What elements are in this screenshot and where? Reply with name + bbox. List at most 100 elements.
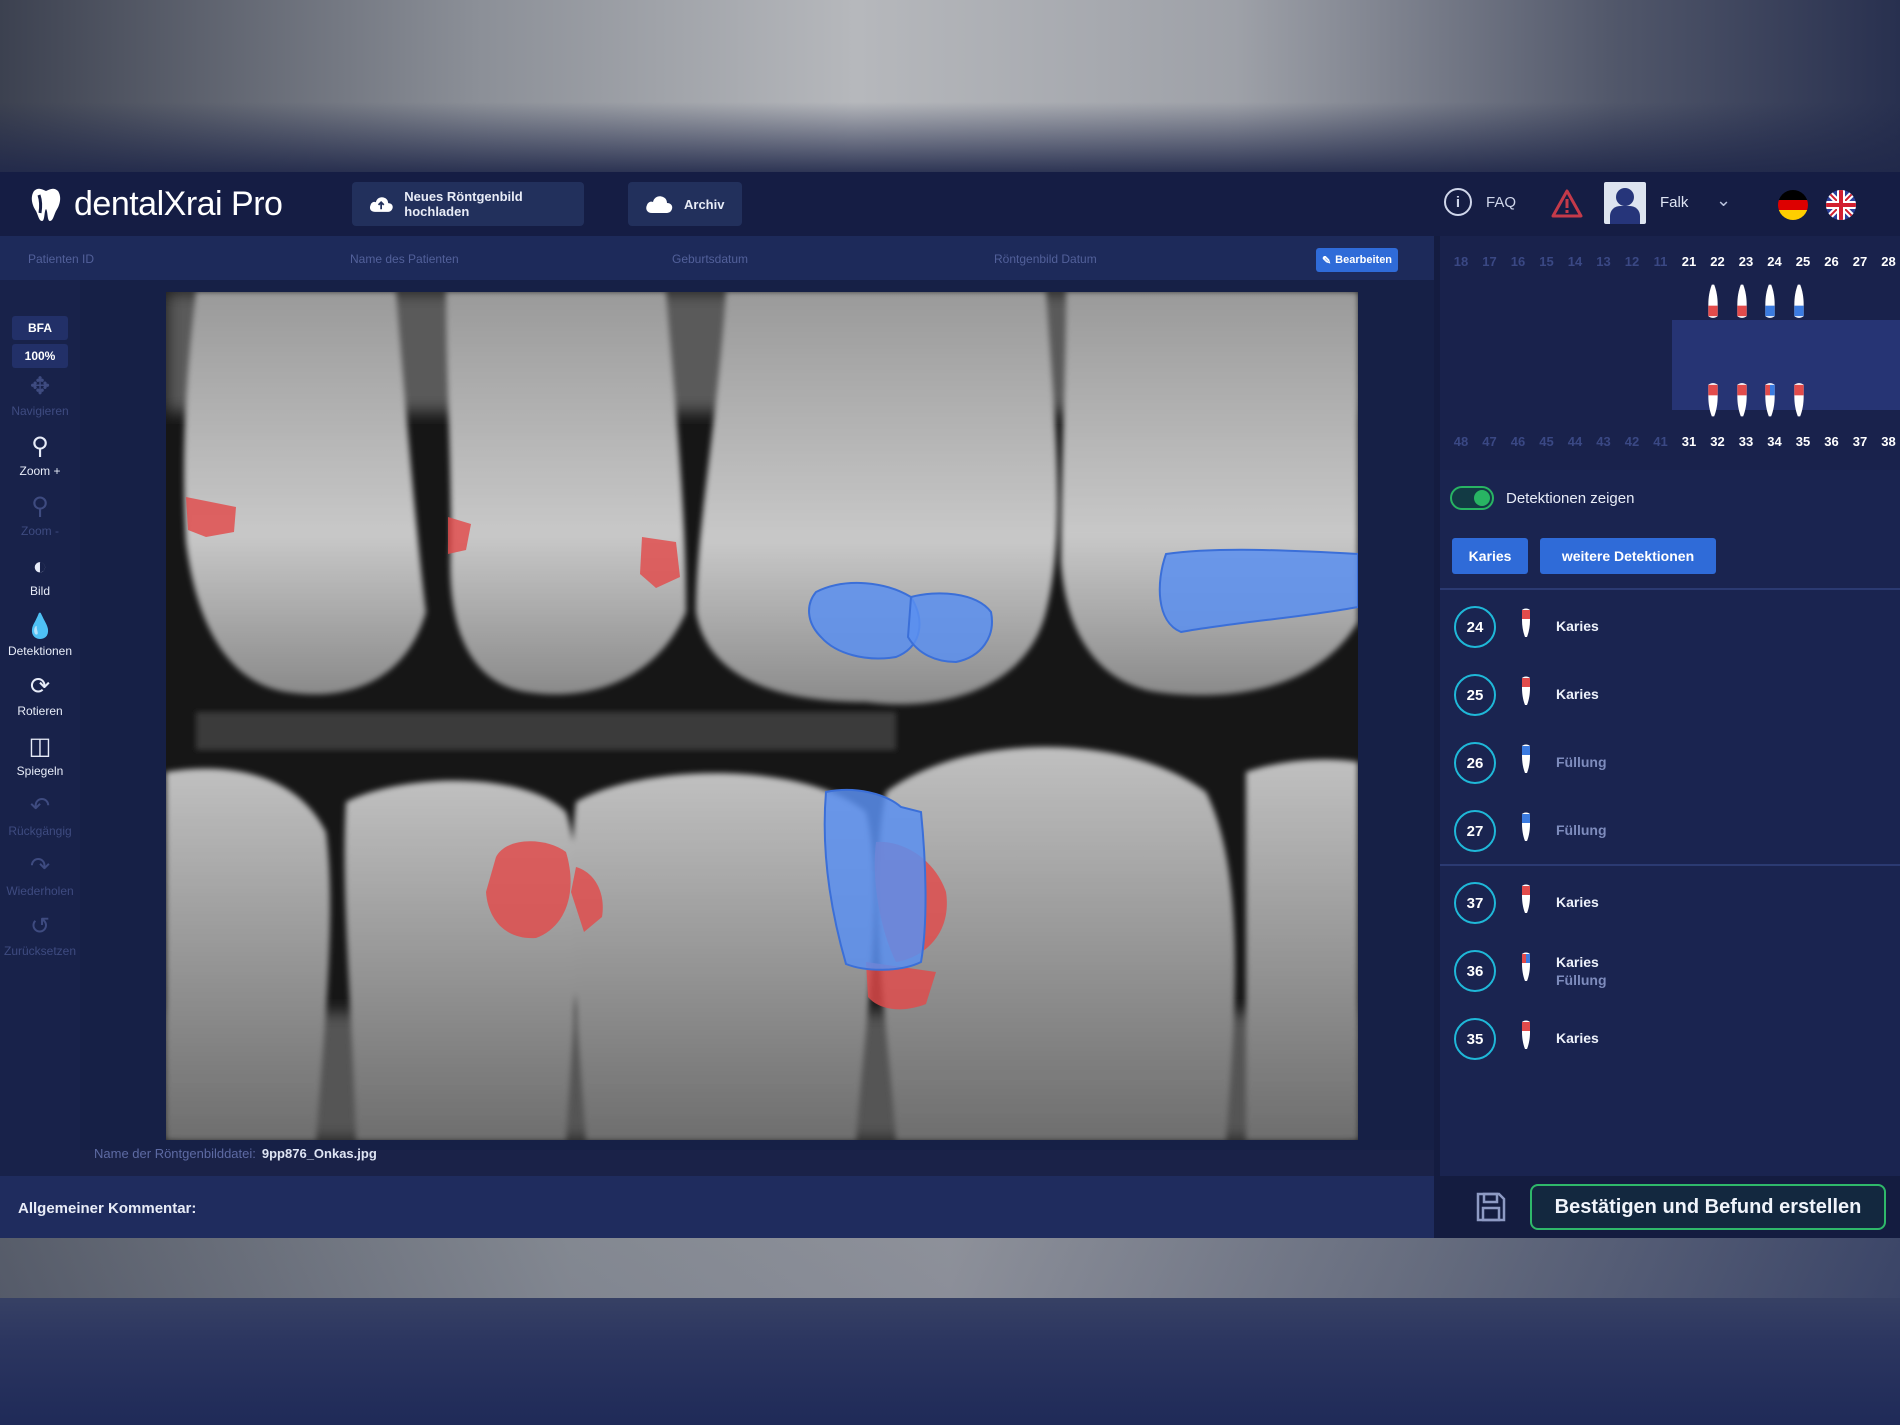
birthdate-field[interactable]: Geburtsdatum xyxy=(672,252,748,266)
finding-row[interactable]: 25 Karies xyxy=(1440,660,1900,728)
finding-row[interactable]: 36 Karies Füllung xyxy=(1440,936,1900,1004)
save-icon[interactable] xyxy=(1474,1190,1508,1224)
tooth-number-28[interactable]: 28 xyxy=(1876,254,1900,269)
detections-toggle[interactable] xyxy=(1450,486,1494,510)
confirm-report-button[interactable]: Bestätigen und Befund erstellen xyxy=(1530,1184,1886,1230)
tooth-number-35[interactable]: 35 xyxy=(1790,434,1816,449)
image-type-badge: BFA xyxy=(12,316,68,340)
upload-xray-button[interactable]: Neues Röntgenbild hochladen xyxy=(352,182,584,226)
chart-tooth-icon-26[interactable] xyxy=(1763,276,1777,321)
german-flag-icon[interactable] xyxy=(1778,190,1808,220)
uk-flag-icon[interactable] xyxy=(1826,190,1856,220)
archive-label: Archiv xyxy=(684,196,725,212)
tooth-number-25[interactable]: 25 xyxy=(1790,254,1816,269)
finding-row[interactable]: 24 Karies xyxy=(1440,592,1900,660)
tooth-number-27[interactable]: 27 xyxy=(1847,254,1873,269)
edit-button[interactable]: ✎ Bearbeiten xyxy=(1316,248,1398,272)
tooth-icon xyxy=(1520,950,1532,989)
faq-link[interactable]: i FAQ xyxy=(1444,188,1516,216)
warning-icon[interactable] xyxy=(1550,188,1584,220)
user-avatar[interactable] xyxy=(1604,182,1646,224)
image-toolbar: BFA 100% ✥ Navigieren ⚲ Zoom + ⚲ Zoom - … xyxy=(0,280,80,1180)
tooth-number-38[interactable]: 38 xyxy=(1876,434,1900,449)
tool-undo[interactable]: ↶ Rückgängig xyxy=(0,794,80,839)
tooth-number-18[interactable]: 18 xyxy=(1448,254,1474,269)
tool-reset[interactable]: ↺ Zurücksetzen xyxy=(0,914,80,959)
tooth-number-24[interactable]: 24 xyxy=(1762,254,1788,269)
tooth-number-45[interactable]: 45 xyxy=(1534,434,1560,449)
patient-id-field[interactable]: Patienten ID xyxy=(28,252,94,266)
chevron-down-icon[interactable]: ⌄ xyxy=(1716,190,1731,211)
tooth-number-21[interactable]: 21 xyxy=(1676,254,1702,269)
tooth-number-17[interactable]: 17 xyxy=(1477,254,1503,269)
chart-tooth-icon-37[interactable] xyxy=(1792,380,1806,425)
cloud-upload-icon xyxy=(369,197,393,212)
tooth-number-46[interactable]: 46 xyxy=(1505,434,1531,449)
tooth-number-43[interactable]: 43 xyxy=(1591,434,1617,449)
tooth-number-47[interactable]: 47 xyxy=(1477,434,1503,449)
tooth-number-13[interactable]: 13 xyxy=(1591,254,1617,269)
brand-logo[interactable]: dentalXrai Pro xyxy=(28,184,283,224)
finding-row[interactable]: 27 Füllung xyxy=(1440,796,1900,864)
archive-button[interactable]: Archiv xyxy=(628,182,742,226)
tooth-number-31[interactable]: 31 xyxy=(1676,434,1702,449)
tooth-number-36[interactable]: 36 xyxy=(1819,434,1845,449)
tooth-number-37[interactable]: 37 xyxy=(1847,434,1873,449)
tooth-number-22[interactable]: 22 xyxy=(1705,254,1731,269)
tool-rotate[interactable]: ⟳ Rotieren xyxy=(0,674,80,719)
chart-tooth-icon-27[interactable] xyxy=(1792,276,1806,321)
tooth-number-23[interactable]: 23 xyxy=(1733,254,1759,269)
tooth-number-32[interactable]: 32 xyxy=(1705,434,1731,449)
tooth-number-42[interactable]: 42 xyxy=(1619,434,1645,449)
brightness-icon: ◐ xyxy=(32,553,48,580)
finding-tooth-number: 37 xyxy=(1454,882,1496,924)
comment-label: Allgemeiner Kommentar: xyxy=(18,1200,197,1217)
tooth-number-16[interactable]: 16 xyxy=(1505,254,1531,269)
tooth-icon xyxy=(1520,742,1532,781)
finding-row[interactable]: 35 Karies xyxy=(1440,1004,1900,1072)
patient-name-field[interactable]: Name des Patienten xyxy=(350,252,459,266)
chart-tooth-icon-35[interactable] xyxy=(1735,380,1749,425)
tooth-number-34[interactable]: 34 xyxy=(1762,434,1788,449)
tooth-number-33[interactable]: 33 xyxy=(1733,434,1759,449)
finding-row[interactable]: 26 Füllung xyxy=(1440,728,1900,796)
tooth-icon xyxy=(1520,810,1532,849)
tool-mirror[interactable]: ◫ Spiegeln xyxy=(0,733,80,779)
tooth-number-12[interactable]: 12 xyxy=(1619,254,1645,269)
pencil-icon: ✎ xyxy=(1321,254,1332,267)
xray-date-field[interactable]: Röntgenbild Datum xyxy=(994,252,1097,266)
chart-tooth-icon-25[interactable] xyxy=(1735,276,1749,321)
xray-filename: Name der Röntgenbilddatei: 9pp876_Onkas.j… xyxy=(94,1146,377,1161)
chart-tooth-icon-24[interactable] xyxy=(1706,276,1720,321)
tab-caries[interactable]: Karies xyxy=(1452,538,1528,574)
finding-tooth-number: 25 xyxy=(1454,674,1496,716)
dental-chart[interactable]: 18 17 16 15 14 13 12 11 21 22 23 24 25 26 27 28 48 47 46 4… xyxy=(1440,236,1900,470)
tooth-number-26[interactable]: 26 xyxy=(1819,254,1845,269)
tooth-number-11[interactable]: 11 xyxy=(1648,254,1674,269)
tooth-number-41[interactable]: 41 xyxy=(1648,434,1674,449)
tooth-icon xyxy=(1520,882,1532,921)
tooth-number-48[interactable]: 48 xyxy=(1448,434,1474,449)
tool-image[interactable]: ◐ Bild xyxy=(0,553,80,599)
tool-redo[interactable]: ↷ Wiederholen xyxy=(0,854,80,899)
user-name[interactable]: Falk xyxy=(1660,194,1688,211)
tool-zoom-in[interactable]: ⚲ Zoom + xyxy=(0,434,80,479)
xray-image[interactable] xyxy=(166,292,1358,1140)
zoom-level: 100% xyxy=(12,344,68,368)
tooth-icon xyxy=(1520,674,1532,713)
finding-row[interactable]: 37 Karies xyxy=(1440,868,1900,936)
tool-zoom-out[interactable]: ⚲ Zoom - xyxy=(0,494,80,539)
tooth-number-44[interactable]: 44 xyxy=(1562,434,1588,449)
tool-navigate[interactable]: ✥ Navigieren xyxy=(0,374,80,419)
tooth-number-15[interactable]: 15 xyxy=(1534,254,1560,269)
chart-tooth-icon-34[interactable] xyxy=(1706,380,1720,425)
tab-more-detections[interactable]: weitere Detektionen xyxy=(1540,538,1716,574)
finding-label: Füllung xyxy=(1556,822,1607,838)
tool-detections[interactable]: 💧 Detektionen xyxy=(0,614,80,659)
finding-tooth-number: 36 xyxy=(1454,950,1496,992)
comment-field[interactable]: Allgemeiner Kommentar: xyxy=(0,1176,1434,1238)
chart-tooth-icon-36[interactable] xyxy=(1763,380,1777,425)
mirror-icon: ◫ xyxy=(28,733,52,760)
tooth-number-14[interactable]: 14 xyxy=(1562,254,1588,269)
detections-toggle-row[interactable]: Detektionen zeigen xyxy=(1450,486,1634,510)
